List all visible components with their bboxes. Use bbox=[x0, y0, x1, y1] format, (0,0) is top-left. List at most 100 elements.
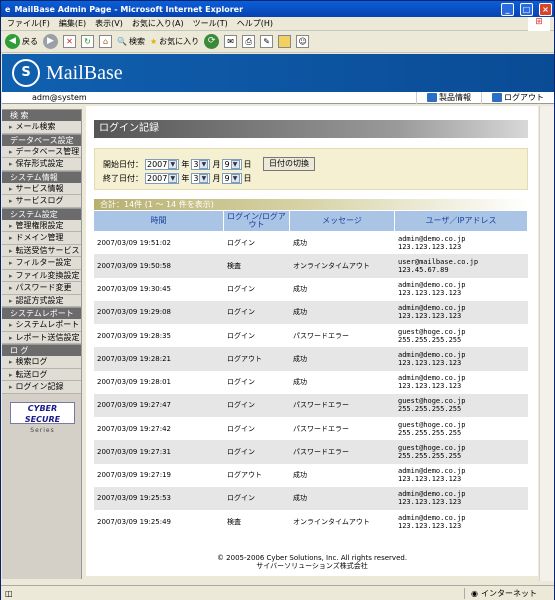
end-date-label: 終了日付： bbox=[103, 174, 143, 183]
vertical-scrollbar[interactable] bbox=[539, 106, 554, 581]
app-header: S MailBase bbox=[2, 54, 554, 92]
chevron-down-icon: ▼ bbox=[168, 174, 178, 183]
cell-user: admin@demo.co.jp 123.123.123.123 bbox=[395, 487, 528, 510]
sidebar-item[interactable]: 保存形式設定 bbox=[2, 158, 81, 171]
forward-button[interactable]: ▶ bbox=[43, 34, 58, 49]
cell-message: 成功 bbox=[293, 378, 307, 387]
sidebar-item[interactable]: 転送受信サービス bbox=[2, 244, 81, 257]
messenger-icon[interactable]: ☺ bbox=[296, 35, 310, 48]
start-date-row: 開始日付： 2007 ▼ 年 3 ▼ 月 9 ▼ 日 bbox=[103, 159, 252, 170]
refresh-icon[interactable]: ↻ bbox=[81, 35, 94, 48]
ip-address: 123.123.123.123 bbox=[398, 358, 462, 367]
product-info-button[interactable]: 製品情報 bbox=[416, 91, 481, 104]
sidebar-item[interactable]: 認証方式設定 bbox=[2, 294, 81, 307]
menu-item[interactable]: 表示(V) bbox=[95, 18, 123, 29]
end-day-select[interactable]: 9 ▼ bbox=[222, 173, 242, 184]
window-title: MailBase Admin Page - Microsoft Internet… bbox=[14, 4, 244, 14]
sidebar-item[interactable]: 転送ログ bbox=[2, 368, 81, 381]
menu-item[interactable]: 編集(E) bbox=[59, 18, 86, 29]
sidebar-item[interactable]: ログイン記録 bbox=[2, 381, 81, 394]
ip-address: 255.255.255.255 bbox=[398, 428, 462, 437]
logout-button[interactable]: ログアウト bbox=[481, 91, 554, 104]
cell-time: 2007/03/09 19:29:08 bbox=[97, 308, 172, 317]
column-header-type[interactable]: ログイン/ログアウト bbox=[224, 211, 290, 231]
table-row: 2007/03/09 19:27:47 ログイン パスワードエラー guest@hog… bbox=[94, 393, 528, 417]
cell-type: ログイン bbox=[227, 285, 255, 294]
favorites-button[interactable]: ★ お気に入り bbox=[150, 36, 199, 47]
cell-user: guest@hoge.co.jp 255.255.255.255 bbox=[395, 394, 528, 417]
user-bar: adm@system 製品情報 ログアウト bbox=[2, 91, 554, 104]
cell-user: guest@hoge.co.jp 255.255.255.255 bbox=[395, 440, 528, 463]
logout-icon bbox=[492, 93, 502, 102]
cell-user: guest@hoge.co.jp 255.255.255.255 bbox=[395, 417, 528, 440]
cell-user: guest@hoge.co.jp 255.255.255.255 bbox=[395, 324, 528, 347]
table-row: 2007/03/09 19:25:53 ログイン 成功 admin@demo.co.j… bbox=[94, 486, 528, 510]
sidebar-item[interactable]: システムレポート bbox=[2, 319, 81, 332]
cell-message: 成功 bbox=[293, 308, 307, 317]
globe-icon: ◉ bbox=[471, 588, 478, 598]
menu-item[interactable]: お気に入り(A) bbox=[132, 18, 184, 29]
year-unit: 年 bbox=[181, 174, 190, 183]
column-header-user[interactable]: ユーザ／IPアドレス bbox=[395, 211, 528, 231]
month-unit: 月 bbox=[212, 174, 221, 183]
table-row: 2007/03/09 19:27:31 ログイン パスワードエラー guest@hog… bbox=[94, 440, 528, 464]
start-date-label: 開始日付： bbox=[103, 160, 143, 169]
ip-address: 123.123.123.123 bbox=[398, 498, 462, 507]
cell-time: 2007/03/09 19:28:21 bbox=[97, 354, 172, 363]
user-address: admin@demo.co.jp bbox=[398, 281, 466, 290]
print-icon[interactable]: ⎙ bbox=[242, 35, 256, 48]
switch-date-button[interactable]: 日付の切換 bbox=[263, 157, 315, 171]
main-content: ログイン記録 開始日付： 2007 ▼ 年 3 ▼ 月 9 ▼ 日 終了日付： 200… bbox=[86, 106, 538, 576]
stop-icon[interactable]: ✕ bbox=[63, 35, 76, 48]
back-button[interactable]: ◀ 戻る bbox=[5, 34, 38, 49]
copyright: © 2005-2006 Cyber Solutions, Inc. All ri… bbox=[216, 554, 408, 562]
sidebar-item[interactable]: 検索ログ bbox=[2, 356, 81, 369]
sidebar-item[interactable]: データベース管理 bbox=[2, 145, 81, 158]
back-label: 戻る bbox=[22, 37, 38, 46]
folder-icon[interactable] bbox=[278, 35, 292, 48]
home-icon[interactable]: ⌂ bbox=[99, 35, 112, 48]
sidebar-item[interactable]: ドメイン管理 bbox=[2, 232, 81, 245]
search-button[interactable]: 🔍 検索 bbox=[117, 36, 145, 47]
mail-icon[interactable]: ✉ bbox=[224, 35, 238, 48]
sidebar-item[interactable]: サービスログ bbox=[2, 195, 81, 208]
cell-type: ログイン bbox=[227, 447, 255, 456]
cell-user: user@mailbase.co.jp 123.45.67.89 bbox=[395, 254, 528, 277]
sidebar-item[interactable]: ファイル変換設定 bbox=[2, 269, 81, 282]
cell-message: 成功 bbox=[293, 471, 307, 480]
result-count: 合計：14件 (1 ～ 14 件を表示) bbox=[94, 199, 528, 210]
cell-type: ログイン bbox=[227, 238, 255, 247]
sidebar-item[interactable]: 管理権限設定 bbox=[2, 219, 81, 232]
windows-logo-icon: ⊞ bbox=[528, 17, 550, 31]
column-header-time[interactable]: 時間 bbox=[94, 211, 224, 231]
menu-item[interactable]: ファイル(F) bbox=[7, 18, 50, 29]
ip-address: 123.123.123.123 bbox=[398, 242, 462, 251]
maximize-button[interactable]: □ bbox=[520, 2, 533, 16]
sidebar-item[interactable]: レポート送信設定 bbox=[2, 331, 81, 344]
login-log-table: 時間 ログイン/ログアウト メッセージ ユーザ／IPアドレス 2007/03/0… bbox=[94, 211, 528, 534]
user-address: guest@hoge.co.jp bbox=[398, 397, 466, 406]
ip-address: 123.123.123.123 bbox=[398, 475, 462, 484]
menu-item[interactable]: ツール(T) bbox=[193, 18, 228, 29]
history-icon[interactable]: ⟳ bbox=[204, 34, 220, 49]
start-month-select[interactable]: 3 ▼ bbox=[191, 159, 211, 170]
end-month-select[interactable]: 3 ▼ bbox=[191, 173, 211, 184]
table-row: 2007/03/09 19:28:21 ログアウト 成功 admin@demo.co.… bbox=[94, 347, 528, 371]
sidebar-item[interactable]: サービス情報 bbox=[2, 182, 81, 195]
user-address: user@mailbase.co.jp bbox=[398, 257, 479, 266]
minimize-button[interactable]: _ bbox=[501, 2, 514, 16]
brand-name: MailBase bbox=[46, 61, 123, 84]
ip-address: 123.123.123.123 bbox=[398, 289, 462, 298]
edit-icon[interactable]: ✎ bbox=[260, 35, 274, 48]
sidebar-item[interactable]: メール検索 bbox=[2, 121, 81, 134]
sidebar-item[interactable]: パスワード変更 bbox=[2, 282, 81, 295]
cell-time: 2007/03/09 19:25:49 bbox=[97, 517, 172, 526]
column-header-message[interactable]: メッセージ bbox=[290, 211, 395, 231]
close-button[interactable]: × bbox=[539, 2, 552, 16]
cell-message: オンラインタイムアウト bbox=[293, 517, 370, 526]
start-year-select[interactable]: 2007 ▼ bbox=[145, 159, 180, 170]
menu-item[interactable]: ヘルプ(H) bbox=[237, 18, 273, 29]
start-day-select[interactable]: 9 ▼ bbox=[222, 159, 242, 170]
sidebar-item[interactable]: フィルター設定 bbox=[2, 257, 81, 270]
end-year-select[interactable]: 2007 ▼ bbox=[145, 173, 180, 184]
